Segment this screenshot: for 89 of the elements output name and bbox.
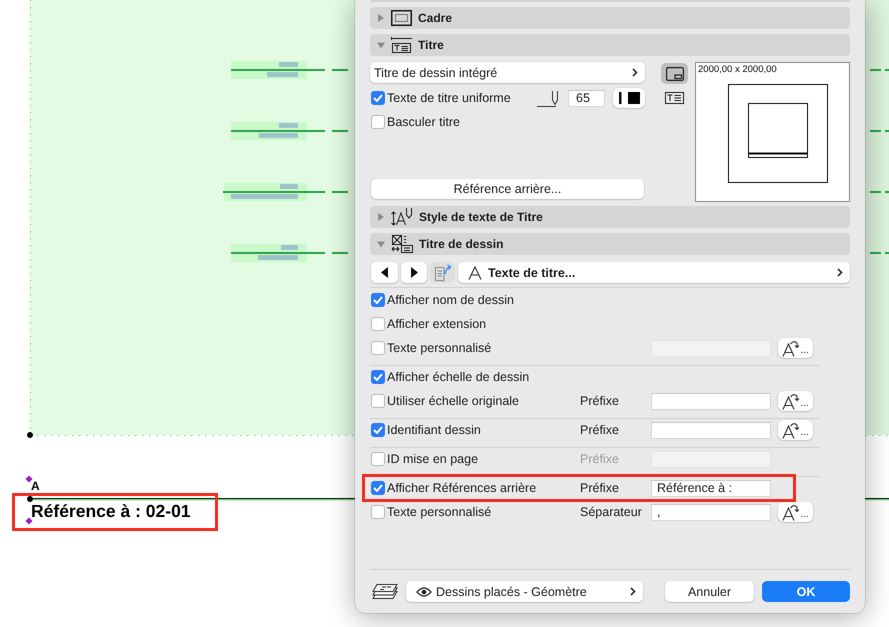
dashed-line [869,191,889,193]
caret-right-icon [410,267,418,278]
checkmark-icon [373,373,383,381]
handle-icon[interactable] [26,476,32,482]
text-style-button[interactable]: ... [778,420,813,440]
text-field[interactable]: Référence à : [651,480,771,496]
section-header[interactable]: Titre de dessin [370,233,850,255]
checkbox[interactable] [371,481,385,495]
title-label: Référence à : 02-01 [31,503,192,519]
checkmark-icon [373,296,383,304]
font-arrow-icon [782,392,800,410]
caret-left-icon [381,267,388,278]
line-weight-icon [618,92,622,104]
checkbox[interactable] [371,91,385,105]
prefix-label: Préfixe [580,452,619,466]
node-dot-icon[interactable] [27,496,33,502]
text-box-icon [665,92,684,104]
text-field[interactable]: , [651,504,771,520]
text-style-button[interactable]: ... [778,391,813,411]
checkbox-label: Texte personnalisé [387,341,492,355]
checkbox-label: Afficher Références arrière [387,481,536,495]
text-style-button[interactable]: ... [778,502,813,522]
pen-color-button[interactable] [613,88,645,108]
font-icon [468,266,482,280]
previous-button[interactable] [371,262,398,283]
checkmark-icon [373,484,383,492]
drawing-title-icon [391,235,413,253]
checkbox-label: Identifiant dessin [387,423,481,437]
title-icon [391,37,412,53]
checkbox[interactable] [371,115,385,129]
layer-set-dropdown[interactable]: Dessins placés - Géomètre [406,581,643,602]
title-line [864,498,889,500]
font-arrow-icon [782,340,800,356]
dashed-line [869,69,889,71]
font-arrow-icon [782,504,800,520]
checkbox[interactable] [371,394,385,408]
checkbox-label: Afficher échelle de dessin [387,370,530,384]
handle-icon[interactable] [26,518,32,524]
checkmark-icon [373,426,383,434]
pen-icon [537,90,561,106]
section-header[interactable]: Style de texte de Titre [370,206,850,228]
title-type-dropdown[interactable]: Titre de dessin intégré [370,62,645,83]
text-field[interactable] [651,392,771,410]
checkbox-label: Texte personnalisé [387,505,492,519]
color-swatch-icon [628,92,640,104]
document-arrow-icon [434,264,452,281]
checkmark-icon [373,94,383,102]
back-reference-button[interactable]: Référence arrière... [371,179,644,199]
checkbox[interactable] [371,293,385,307]
view-toggle-button[interactable] [661,63,688,84]
title-style-dropdown[interactable]: Texte de titre... [458,262,850,283]
prefix-label: Préfixe [580,394,619,408]
section-header[interactable]: Titre [370,34,850,56]
size-label: 2000,00 x 2000,00 [698,64,777,75]
checkbox[interactable] [371,505,385,519]
chevron-icon [632,68,638,77]
eye-icon [416,586,432,596]
frame-icon [391,10,412,26]
checkbox-label: Utiliser échelle originale [387,394,520,408]
text-style-button[interactable]: ... [778,338,813,358]
ok-button[interactable]: OK [762,581,850,602]
node-dot-icon[interactable] [27,432,33,438]
layers-icon[interactable] [372,584,398,599]
cancel-button[interactable]: Annuler [665,581,754,602]
pen-number-field[interactable]: 65 [568,90,605,106]
prefix-label: Préfixe [580,423,619,437]
checkbox[interactable] [371,317,385,331]
checkbox[interactable] [371,452,385,466]
checkbox[interactable] [371,370,385,384]
text-style-icon [391,208,413,226]
checkbox[interactable] [371,423,385,437]
dashed-line [869,252,889,254]
checkbox-label: Basculer titre [387,115,460,129]
chevron-icon [630,587,636,596]
placement-icon [666,66,684,80]
checkbox-label: ID mise en page [387,452,478,466]
checkbox-label: Texte de titre uniforme [387,91,511,105]
section-header[interactable]: Cadre [370,7,850,29]
checkbox[interactable] [371,341,385,355]
prefix-label: Séparateur [580,505,642,519]
dashed-line [869,130,889,132]
checkbox-label: Afficher extension [387,317,486,331]
text-field[interactable] [651,422,771,438]
chevron-icon [837,268,843,277]
next-button[interactable] [401,262,427,283]
prefix-label: Préfixe [580,481,619,495]
marker-letter: A [31,480,40,492]
checkbox-label: Afficher nom de dessin [387,293,514,307]
font-arrow-icon [782,422,800,438]
